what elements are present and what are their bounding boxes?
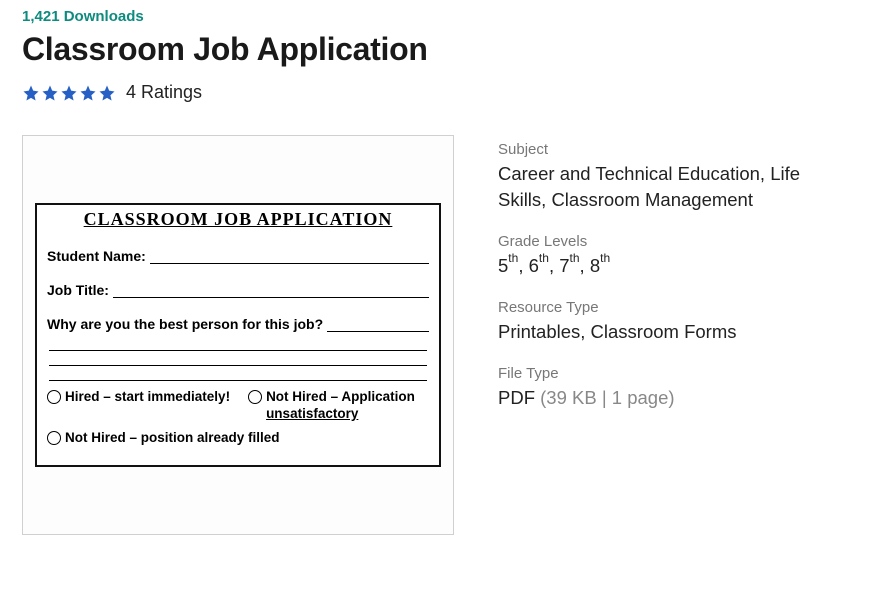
- star-icon: [22, 84, 40, 102]
- star-icon: [98, 84, 116, 102]
- radio-icon: [47, 431, 61, 445]
- job-title-line: Job Title:: [47, 282, 429, 298]
- resource-type-value[interactable]: Printables, Classroom Forms: [498, 319, 853, 345]
- file-type-label: File Type: [498, 365, 853, 382]
- worksheet-heading: CLASSROOM JOB APPLICATION: [47, 209, 429, 230]
- radio-icon: [47, 390, 61, 404]
- grade-levels-label: Grade Levels: [498, 233, 853, 250]
- radio-icon: [248, 390, 262, 404]
- worksheet-preview: CLASSROOM JOB APPLICATION Student Name: …: [35, 203, 441, 468]
- rating-row[interactable]: 4 Ratings: [22, 82, 853, 103]
- option-not-hired-app: Not Hired – Application unsatisfactory: [248, 389, 415, 423]
- why-label: Why are you the best person for this job…: [47, 316, 323, 332]
- ratings-count[interactable]: 4 Ratings: [126, 82, 202, 103]
- blank-line: [327, 318, 429, 332]
- job-title-label: Job Title:: [47, 282, 109, 298]
- resource-type-label: Resource Type: [498, 299, 853, 316]
- blank-line: [49, 350, 427, 351]
- why-line: Why are you the best person for this job…: [47, 316, 429, 332]
- grade-levels-value[interactable]: 5th, 6th, 7th, 8th: [498, 253, 853, 279]
- blank-line: [49, 365, 427, 366]
- preview-image[interactable]: CLASSROOM JOB APPLICATION Student Name: …: [22, 135, 454, 535]
- student-name-label: Student Name:: [47, 248, 146, 264]
- file-type-detail: (39 KB | 1 page): [540, 387, 674, 408]
- blank-line: [113, 284, 429, 298]
- option-hired: Hired – start immediately!: [47, 389, 230, 406]
- subject-value[interactable]: Career and Technical Education, Life Ski…: [498, 161, 853, 213]
- option-not-hired-app-label: Not Hired – Application unsatisfactory: [266, 389, 415, 423]
- metadata-panel: Subject Career and Technical Education, …: [498, 135, 853, 431]
- star-icon: [41, 84, 59, 102]
- star-icon: [79, 84, 97, 102]
- blank-line: [150, 250, 429, 264]
- separator-line: [49, 380, 427, 381]
- option-hired-label: Hired – start immediately!: [65, 389, 230, 406]
- status-options: Hired – start immediately! Not Hired – A…: [47, 389, 429, 448]
- star-icon: [60, 84, 78, 102]
- file-type-value: PDF (39 KB | 1 page): [498, 385, 853, 411]
- subject-label: Subject: [498, 141, 853, 158]
- page-title: Classroom Job Application: [22, 31, 853, 68]
- downloads-count[interactable]: 1,421 Downloads: [22, 8, 853, 25]
- option-not-hired-filled-label: Not Hired – position already filled: [65, 430, 280, 447]
- file-type-name: PDF: [498, 387, 535, 408]
- student-name-line: Student Name:: [47, 248, 429, 264]
- star-rating[interactable]: [22, 84, 116, 102]
- option-not-hired-filled: Not Hired – position already filled: [47, 430, 280, 447]
